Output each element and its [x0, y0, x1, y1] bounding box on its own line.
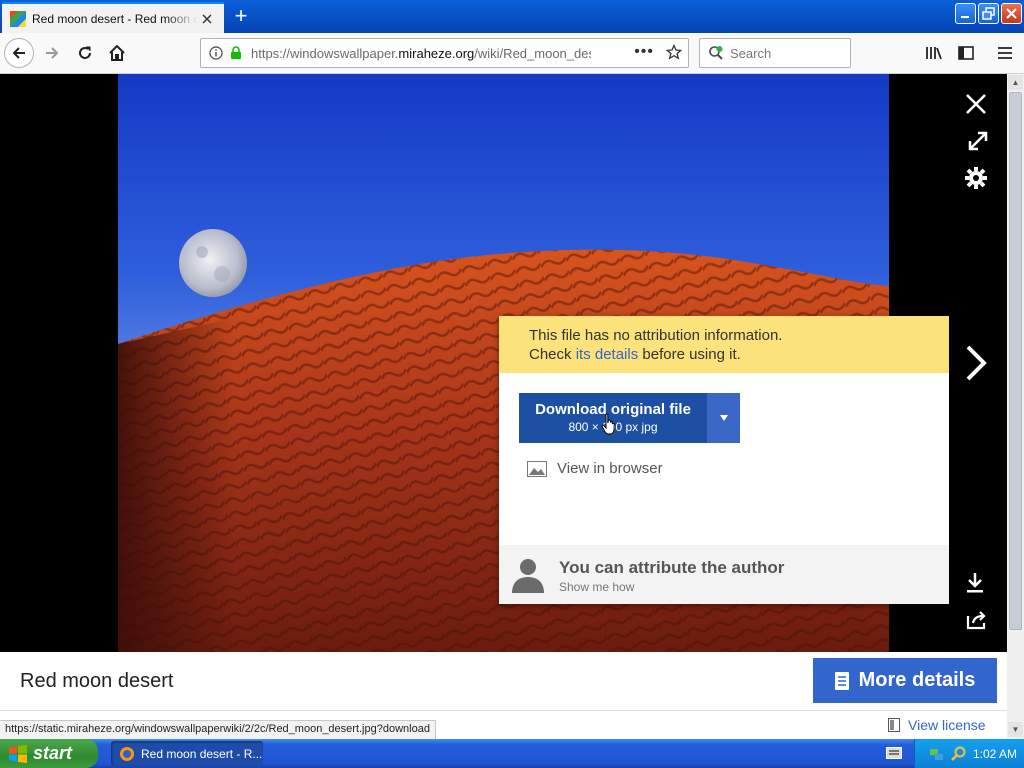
user-icon [512, 559, 544, 593]
keyboard-icon[interactable] [886, 747, 902, 759]
close-viewer-button[interactable] [961, 89, 991, 119]
more-details-button[interactable]: More details [813, 658, 997, 703]
attribution-warning: This file has no attribution information… [499, 316, 949, 373]
license-icon [888, 718, 900, 732]
address-bar[interactable]: https://windowswallpaper.miraheze.org/wi… [200, 38, 689, 68]
view-license-label: View license [908, 717, 986, 733]
menu-button[interactable] [990, 38, 1020, 68]
navigation-toolbar: https://windowswallpaper.miraheze.org/wi… [0, 33, 1024, 74]
share-icon [966, 611, 986, 630]
download-dialog: This file has no attribution information… [499, 316, 949, 604]
bookmark-star-icon[interactable] [665, 43, 683, 63]
tab-close-icon[interactable] [198, 10, 216, 28]
image-icon [527, 460, 547, 477]
sidebar-icon [958, 46, 974, 60]
reload-button[interactable] [70, 38, 100, 68]
scroll-up-arrow-icon[interactable]: ▲ [1008, 75, 1023, 90]
new-tab-button[interactable]: + [230, 5, 252, 28]
expand-icon [968, 131, 988, 151]
browser-tab-active[interactable]: Red moon desert - Red moon desert [2, 2, 224, 33]
library-icon [926, 47, 942, 60]
favicon-icon [10, 10, 26, 27]
start-label: start [33, 743, 73, 763]
share-button[interactable] [962, 605, 992, 635]
windows-logo-icon [9, 744, 27, 763]
hamburger-menu-icon [998, 47, 1012, 59]
system-tray: 1:02 AM [914, 739, 1024, 768]
restore-button[interactable] [978, 3, 999, 24]
show-me-how-link[interactable]: Show me how [559, 580, 949, 594]
view-license-link[interactable]: View license [888, 717, 986, 733]
page-actions-menu-icon[interactable]: ••• [634, 43, 654, 61]
url-text[interactable]: https://windowswallpaper.miraheze.org/wi… [251, 46, 591, 61]
minimize-button[interactable] [955, 3, 976, 24]
clock: 1:02 AM [973, 746, 1018, 761]
download-original-button[interactable]: Download original file 800 × 600 px jpg [519, 393, 740, 443]
close-window-button[interactable] [1001, 3, 1022, 24]
info-icon[interactable] [209, 46, 223, 60]
forward-button[interactable] [37, 38, 67, 68]
download-icon [967, 573, 983, 593]
view-in-browser-label: View in browser [557, 460, 663, 477]
taskbar-item-label: Red moon desert - R... [141, 746, 263, 761]
network-icon[interactable] [929, 746, 945, 762]
browser-tab-strip: Red moon desert - Red moon desert + [0, 0, 1024, 33]
back-button[interactable] [4, 38, 34, 68]
firefox-icon [120, 746, 134, 761]
file-info-bar: Red moon desert More details [0, 652, 1007, 710]
view-in-browser-link[interactable]: View in browser [527, 460, 663, 477]
lock-icon[interactable] [229, 46, 243, 60]
close-icon [966, 94, 986, 114]
search-placeholder: Search [730, 45, 772, 61]
taskbar-item-browser[interactable]: Red moon desert - R... [111, 741, 263, 766]
search-box[interactable]: Search [699, 38, 851, 68]
hand-cursor-icon [601, 413, 615, 435]
tab-title: Red moon desert - Red moon desert [32, 11, 198, 26]
attribute-author-title: You can attribute the author [559, 558, 785, 577]
scroll-down-arrow-icon[interactable]: ▼ [1008, 722, 1023, 737]
next-image-button[interactable] [961, 345, 991, 381]
download-options-dropdown[interactable] [707, 393, 740, 443]
more-details-label: More details [858, 669, 976, 691]
reload-icon [79, 46, 91, 59]
arrow-left-icon [12, 47, 25, 59]
taskbar: start Red moon desert - R... 1:02 AM [0, 739, 1024, 768]
caret-down-icon [719, 415, 728, 421]
document-icon [834, 671, 849, 690]
home-icon [109, 44, 125, 61]
file-title: Red moon desert [20, 670, 174, 692]
search-icon [709, 46, 723, 60]
magnifier-icon[interactable] [951, 746, 967, 762]
warning-line-1: This file has no attribution information… [529, 327, 783, 344]
its-details-link[interactable]: its details [576, 346, 639, 363]
sidebar-button[interactable] [951, 38, 981, 68]
page-scrollbar[interactable]: ▲ ▼ [1007, 74, 1024, 739]
library-button[interactable] [919, 38, 949, 68]
scroll-thumb[interactable] [1009, 92, 1022, 630]
start-button[interactable]: start [0, 739, 98, 768]
gear-icon [965, 167, 987, 189]
chevron-right-icon [966, 345, 987, 381]
arrow-right-icon [46, 47, 59, 59]
attribution-section[interactable]: You can attribute the author Show me how [499, 545, 949, 604]
download-button[interactable] [960, 568, 990, 598]
settings-button[interactable] [961, 163, 991, 193]
home-button[interactable] [102, 38, 132, 68]
fullscreen-button[interactable] [963, 126, 993, 156]
link-status-bar: https://static.miraheze.org/windowswallp… [0, 720, 436, 739]
warning-line-2: Check its details before using it. [529, 346, 741, 363]
